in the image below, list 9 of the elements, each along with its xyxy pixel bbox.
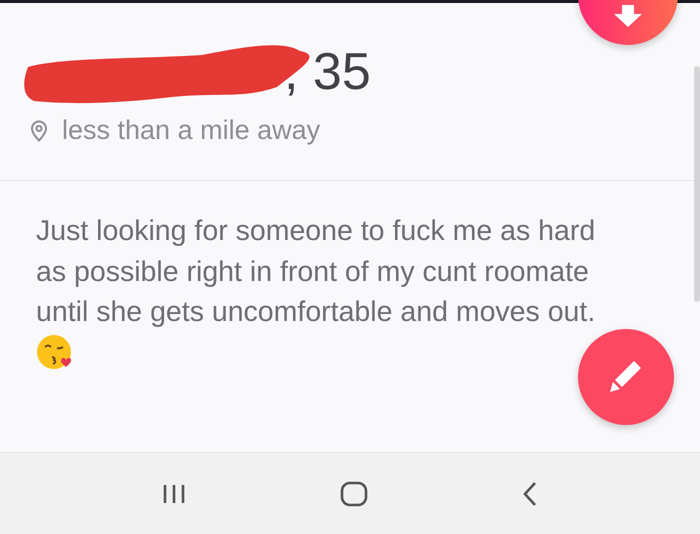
rounded-square-icon (340, 480, 368, 506)
three-lines-icon (161, 482, 188, 504)
age-text: , 35 (284, 42, 371, 102)
kissing-face-icon (36, 332, 74, 370)
location-pin-icon (30, 120, 48, 142)
chevron-left-icon (520, 480, 539, 506)
bio-text: Just looking for someone to fuck me as hard as possible right in front of my cunt roomate until she gets uncomfortable and moves out. (36, 215, 596, 328)
down-arrow-icon (613, 5, 643, 27)
distance-text: less than a mile away (62, 115, 320, 146)
